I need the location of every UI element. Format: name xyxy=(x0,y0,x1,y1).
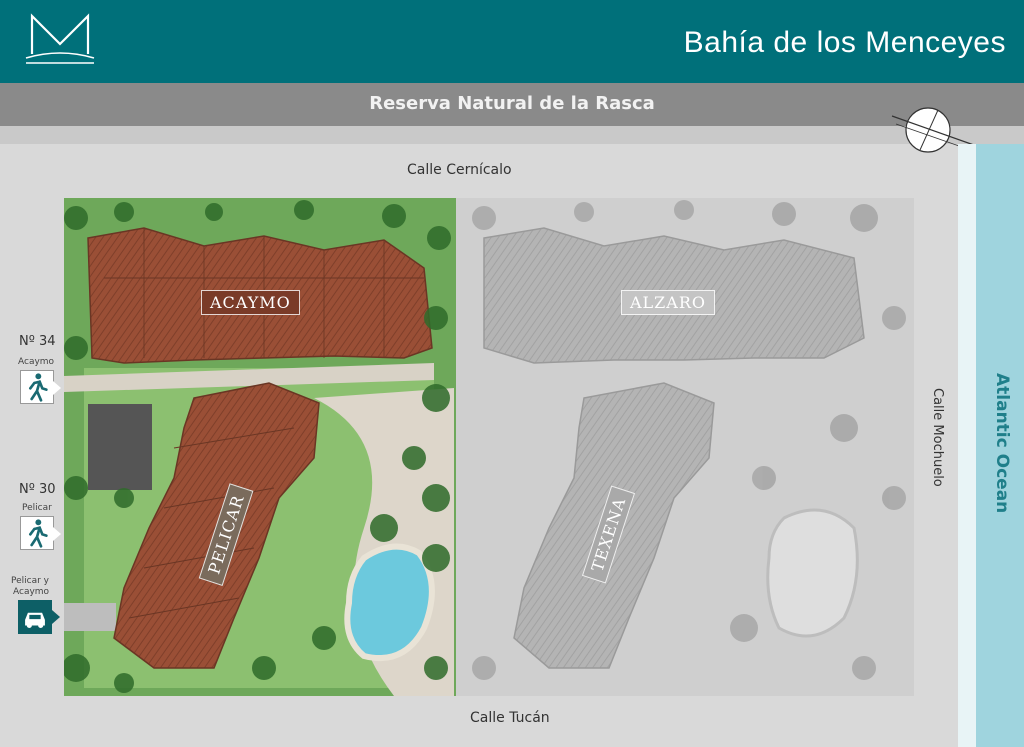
street-east-label: Calle Mochuelo xyxy=(930,388,945,487)
street-south-label: Calle Tucán xyxy=(470,710,550,726)
car-icon xyxy=(25,612,45,629)
car-access-ramp xyxy=(64,603,116,631)
street-band xyxy=(0,126,1024,144)
ocean-label: Atlantic Ocean xyxy=(992,373,1012,514)
parking-name-line1: Pelicar y xyxy=(11,576,49,586)
entrance-number-acaymo: Nº 34 xyxy=(19,334,56,349)
building-label-alzaro: ALZARO xyxy=(621,290,716,315)
parking-lot xyxy=(88,404,152,490)
entrance-name-pelicar: Pelicar xyxy=(22,503,52,513)
future-pool xyxy=(766,508,859,638)
reserve-label: Reserva Natural de la Rasca xyxy=(369,93,655,114)
pedestrian-icon xyxy=(29,373,48,402)
street-north-label: Calle Cernícalo xyxy=(407,162,512,178)
menceyes-logo-icon xyxy=(25,13,95,64)
pedestrian-icon xyxy=(29,519,48,548)
entrance-number-pelicar: Nº 30 xyxy=(19,482,56,497)
building-label-acaymo: ACAYMO xyxy=(201,290,300,315)
parking-name-line2: Acaymo xyxy=(13,587,50,597)
header-bar: Bahía de los Menceyes xyxy=(0,0,1024,83)
entrance-name-acaymo: Acaymo xyxy=(18,357,55,367)
entrance-pelicar-button[interactable] xyxy=(20,516,61,550)
entrance-acaymo-button[interactable] xyxy=(20,370,61,404)
parking-entrance-button[interactable] xyxy=(18,600,60,634)
beach-strip xyxy=(958,144,976,747)
reserve-band: Reserva Natural de la Rasca xyxy=(0,83,1024,126)
site-plan xyxy=(64,198,914,696)
brand-title: Bahía de los Menceyes xyxy=(683,26,1006,59)
